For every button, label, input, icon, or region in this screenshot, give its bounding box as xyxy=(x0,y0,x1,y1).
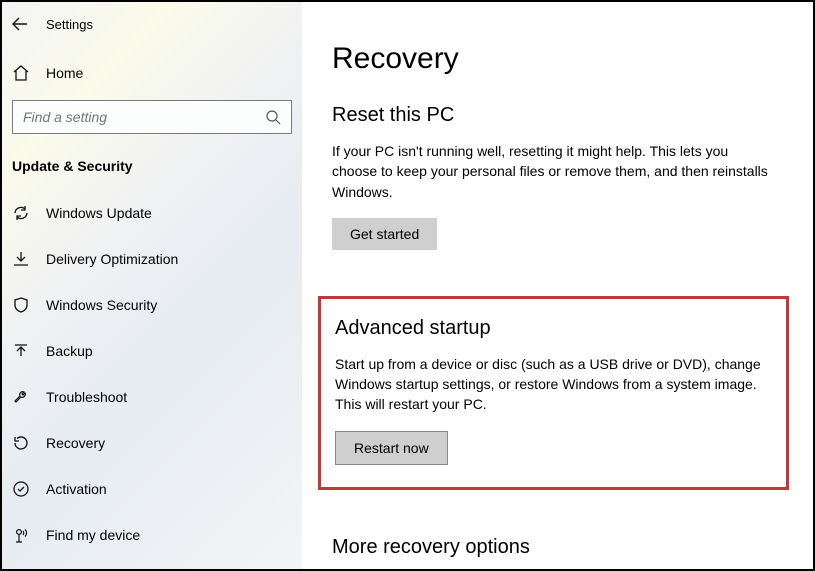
nav-label: Activation xyxy=(46,481,107,497)
reset-description: If your PC isn't running well, resetting… xyxy=(332,141,772,202)
check-circle-icon xyxy=(12,480,30,498)
advanced-heading: Advanced startup xyxy=(335,317,772,340)
app-title: Settings xyxy=(46,17,93,32)
nav-label: Backup xyxy=(46,343,93,359)
nav-label: Find my device xyxy=(46,527,140,543)
recovery-icon xyxy=(12,434,30,452)
sidebar-home[interactable]: Home xyxy=(2,38,302,100)
advanced-description: Start up from a device or disc (such as … xyxy=(335,354,772,415)
restart-now-button[interactable]: Restart now xyxy=(335,431,448,465)
nav-item-activation[interactable]: Activation xyxy=(2,466,302,512)
settings-sidebar: Settings Home Update & Security Windows … xyxy=(2,2,302,569)
download-icon xyxy=(12,250,30,268)
nav-label: Delivery Optimization xyxy=(46,251,178,267)
main-content: Recovery Reset this PC If your PC isn't … xyxy=(302,2,813,569)
nav-item-troubleshoot[interactable]: Troubleshoot xyxy=(2,374,302,420)
nav-item-recovery[interactable]: Recovery xyxy=(2,420,302,466)
nav-item-windows-security[interactable]: Windows Security xyxy=(2,282,302,328)
wrench-icon xyxy=(12,388,30,406)
section-reset-pc: Reset this PC If your PC isn't running w… xyxy=(332,104,783,250)
category-title: Update & Security xyxy=(2,158,302,190)
find-device-icon xyxy=(12,526,30,544)
sync-icon xyxy=(12,204,30,222)
nav-item-find-my-device[interactable]: Find my device xyxy=(2,512,302,558)
shield-icon xyxy=(12,296,30,314)
page-title: Recovery xyxy=(332,42,783,76)
search-box[interactable] xyxy=(12,100,292,134)
section-advanced-startup: Advanced startup Start up from a device … xyxy=(318,296,789,490)
more-heading: More recovery options xyxy=(332,536,783,559)
nav-item-delivery-optimization[interactable]: Delivery Optimization xyxy=(2,236,302,282)
home-label: Home xyxy=(46,65,83,81)
nav-list: Windows Update Delivery Optimization Win… xyxy=(2,190,302,558)
nav-item-backup[interactable]: Backup xyxy=(2,328,302,374)
nav-item-windows-update[interactable]: Windows Update xyxy=(2,190,302,236)
back-icon[interactable] xyxy=(12,16,28,32)
reset-heading: Reset this PC xyxy=(332,104,783,127)
search-icon xyxy=(265,109,281,125)
section-more-options: More recovery options Learn how to start… xyxy=(332,536,783,569)
nav-label: Windows Update xyxy=(46,205,152,221)
topbar: Settings xyxy=(2,10,302,38)
backup-icon xyxy=(12,342,30,360)
home-icon xyxy=(12,64,30,82)
nav-label: Recovery xyxy=(46,435,105,451)
search-input[interactable] xyxy=(23,109,243,125)
nav-label: Troubleshoot xyxy=(46,389,127,405)
nav-label: Windows Security xyxy=(46,297,157,313)
get-started-button[interactable]: Get started xyxy=(332,218,437,250)
